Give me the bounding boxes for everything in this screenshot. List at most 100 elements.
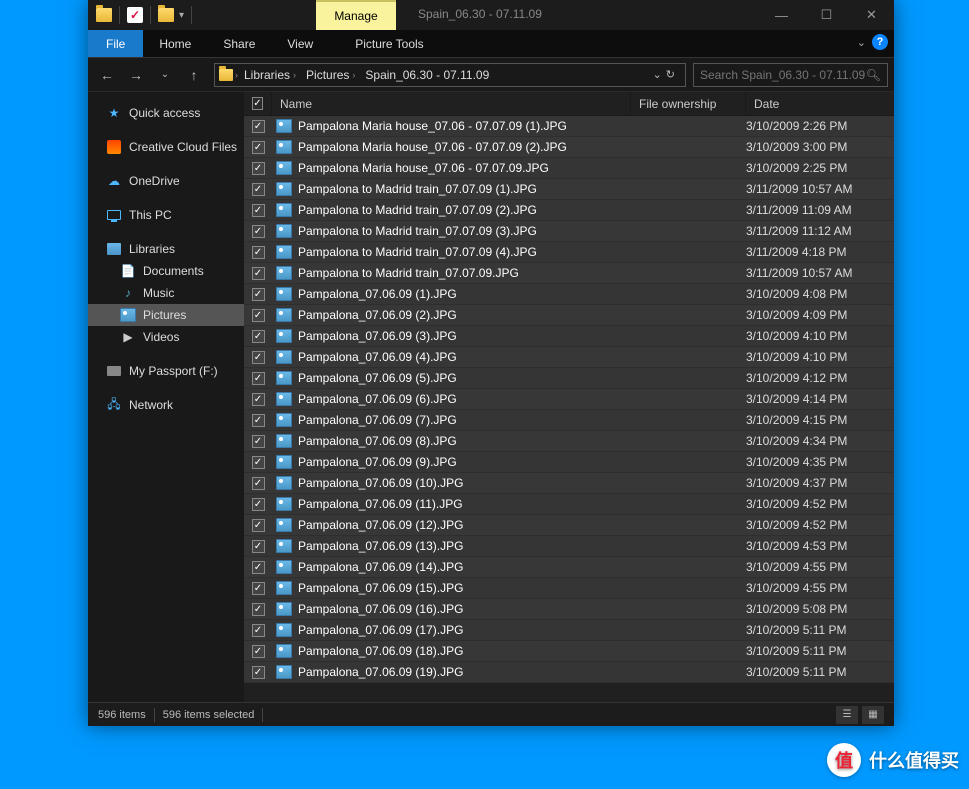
row-checkbox[interactable]: ✓ [252, 624, 265, 637]
contextual-tab-manage[interactable]: Manage [316, 0, 396, 30]
chevron-down-icon[interactable]: ▾ [179, 10, 184, 21]
search-box[interactable]: 🔍︎ [693, 63, 888, 87]
file-row[interactable]: ✓Pampalona Maria house_07.06 - 07.07.09 … [244, 137, 894, 158]
breadcrumb-pictures[interactable]: Pictures› [302, 68, 359, 82]
tab-picture-tools[interactable]: Picture Tools [339, 30, 439, 57]
search-icon[interactable]: 🔍︎ [866, 68, 881, 82]
file-row[interactable]: ✓Pampalona to Madrid train_07.07.09 (2).… [244, 200, 894, 221]
row-checkbox[interactable]: ✓ [252, 561, 265, 574]
file-row[interactable]: ✓Pampalona_07.06.09 (1).JPG3/10/2009 4:0… [244, 284, 894, 305]
recent-dropdown[interactable]: ⌄ [152, 62, 178, 88]
breadcrumb-current[interactable]: Spain_06.30 - 07.11.09 [361, 68, 493, 82]
thumbnails-view-button[interactable]: ▦ [862, 706, 884, 724]
row-checkbox[interactable]: ✓ [252, 288, 265, 301]
sidebar-onedrive[interactable]: ☁OneDrive [88, 170, 244, 192]
tab-view[interactable]: View [271, 30, 329, 57]
file-row[interactable]: ✓Pampalona_07.06.09 (6).JPG3/10/2009 4:1… [244, 389, 894, 410]
file-row[interactable]: ✓Pampalona_07.06.09 (7).JPG3/10/2009 4:1… [244, 410, 894, 431]
tab-share[interactable]: Share [207, 30, 271, 57]
close-button[interactable]: ✕ [849, 0, 894, 30]
row-checkbox[interactable]: ✓ [252, 414, 265, 427]
sidebar-network[interactable]: 🖧Network [88, 394, 244, 416]
file-menu[interactable]: File [88, 30, 143, 57]
file-list[interactable]: ✓Pampalona Maria house_07.06 - 07.07.09 … [244, 116, 894, 702]
file-row[interactable]: ✓Pampalona_07.06.09 (11).JPG3/10/2009 4:… [244, 494, 894, 515]
sidebar-videos[interactable]: ▶Videos [88, 326, 244, 348]
column-checkbox[interactable]: ✓ [244, 92, 272, 115]
sidebar-my-passport[interactable]: My Passport (F:) [88, 360, 244, 382]
refresh-icon[interactable]: ↻ [666, 68, 675, 81]
file-row[interactable]: ✓Pampalona_07.06.09 (10).JPG3/10/2009 4:… [244, 473, 894, 494]
row-checkbox[interactable]: ✓ [252, 183, 265, 196]
file-row[interactable]: ✓Pampalona_07.06.09 (2).JPG3/10/2009 4:0… [244, 305, 894, 326]
file-row[interactable]: ✓Pampalona_07.06.09 (17).JPG3/10/2009 5:… [244, 620, 894, 641]
row-checkbox[interactable]: ✓ [252, 666, 265, 679]
expand-ribbon-icon[interactable]: ⌄ [857, 36, 866, 49]
new-folder-icon[interactable] [158, 8, 174, 22]
column-name[interactable]: Name [272, 92, 631, 115]
search-input[interactable] [700, 68, 866, 82]
file-row[interactable]: ✓Pampalona to Madrid train_07.07.09 (1).… [244, 179, 894, 200]
file-row[interactable]: ✓Pampalona Maria house_07.06 - 07.07.09.… [244, 158, 894, 179]
row-checkbox[interactable]: ✓ [252, 204, 265, 217]
file-row[interactable]: ✓Pampalona_07.06.09 (5).JPG3/10/2009 4:1… [244, 368, 894, 389]
help-icon[interactable]: ? [872, 34, 888, 50]
sidebar-quick-access[interactable]: ★Quick access [88, 102, 244, 124]
row-checkbox[interactable]: ✓ [252, 498, 265, 511]
address-bar[interactable]: › Libraries› Pictures› Spain_06.30 - 07.… [214, 63, 686, 87]
sidebar-music[interactable]: ♪Music [88, 282, 244, 304]
chevron-right-icon[interactable]: › [235, 70, 238, 80]
row-checkbox[interactable]: ✓ [252, 267, 265, 280]
column-ownership[interactable]: File ownership [631, 92, 746, 115]
file-row[interactable]: ✓Pampalona to Madrid train_07.07.09 (3).… [244, 221, 894, 242]
sidebar-pictures[interactable]: Pictures [88, 304, 244, 326]
sidebar-this-pc[interactable]: This PC [88, 204, 244, 226]
file-row[interactable]: ✓Pampalona_07.06.09 (3).JPG3/10/2009 4:1… [244, 326, 894, 347]
row-checkbox[interactable]: ✓ [252, 246, 265, 259]
row-checkbox[interactable]: ✓ [252, 540, 265, 553]
file-row[interactable]: ✓Pampalona_07.06.09 (8).JPG3/10/2009 4:3… [244, 431, 894, 452]
row-checkbox[interactable]: ✓ [252, 372, 265, 385]
file-row[interactable]: ✓Pampalona Maria house_07.06 - 07.07.09 … [244, 116, 894, 137]
sidebar-libraries[interactable]: Libraries [88, 238, 244, 260]
row-checkbox[interactable]: ✓ [252, 351, 265, 364]
sidebar-creative-cloud[interactable]: Creative Cloud Files [88, 136, 244, 158]
row-checkbox[interactable]: ✓ [252, 435, 265, 448]
row-checkbox[interactable]: ✓ [252, 141, 265, 154]
file-row[interactable]: ✓Pampalona_07.06.09 (18).JPG3/10/2009 5:… [244, 641, 894, 662]
breadcrumb-libraries[interactable]: Libraries› [240, 68, 300, 82]
sidebar-documents[interactable]: 📄Documents [88, 260, 244, 282]
minimize-button[interactable]: — [759, 0, 804, 30]
file-row[interactable]: ✓Pampalona_07.06.09 (4).JPG3/10/2009 4:1… [244, 347, 894, 368]
maximize-button[interactable]: ☐ [804, 0, 849, 30]
file-row[interactable]: ✓Pampalona_07.06.09 (13).JPG3/10/2009 4:… [244, 536, 894, 557]
row-checkbox[interactable]: ✓ [252, 477, 265, 490]
row-checkbox[interactable]: ✓ [252, 645, 265, 658]
titlebar[interactable]: ✓ ▾ Manage Spain_06.30 - 07.11.09 — ☐ ✕ [88, 0, 894, 30]
row-checkbox[interactable]: ✓ [252, 120, 265, 133]
file-row[interactable]: ✓Pampalona_07.06.09 (15).JPG3/10/2009 4:… [244, 578, 894, 599]
tab-home[interactable]: Home [143, 30, 207, 57]
row-checkbox[interactable]: ✓ [252, 162, 265, 175]
file-row[interactable]: ✓Pampalona to Madrid train_07.07.09 (4).… [244, 242, 894, 263]
history-dropdown-icon[interactable]: ⌄ [653, 68, 662, 81]
row-checkbox[interactable]: ✓ [252, 603, 265, 616]
file-row[interactable]: ✓Pampalona to Madrid train_07.07.09.JPG3… [244, 263, 894, 284]
details-view-button[interactable]: ☰ [836, 706, 858, 724]
row-checkbox[interactable]: ✓ [252, 330, 265, 343]
file-row[interactable]: ✓Pampalona_07.06.09 (16).JPG3/10/2009 5:… [244, 599, 894, 620]
file-row[interactable]: ✓Pampalona_07.06.09 (14).JPG3/10/2009 4:… [244, 557, 894, 578]
row-checkbox[interactable]: ✓ [252, 582, 265, 595]
up-button[interactable]: ↑ [181, 62, 207, 88]
file-row[interactable]: ✓Pampalona_07.06.09 (9).JPG3/10/2009 4:3… [244, 452, 894, 473]
row-checkbox[interactable]: ✓ [252, 309, 265, 322]
select-all-checkbox[interactable]: ✓ [252, 97, 263, 110]
column-date[interactable]: Date [746, 92, 894, 115]
properties-icon[interactable]: ✓ [127, 7, 143, 23]
row-checkbox[interactable]: ✓ [252, 456, 265, 469]
file-row[interactable]: ✓Pampalona_07.06.09 (12).JPG3/10/2009 4:… [244, 515, 894, 536]
row-checkbox[interactable]: ✓ [252, 519, 265, 532]
back-button[interactable]: ← [94, 62, 120, 88]
forward-button[interactable]: → [123, 62, 149, 88]
navigation-pane[interactable]: ★Quick access Creative Cloud Files ☁OneD… [88, 92, 244, 702]
